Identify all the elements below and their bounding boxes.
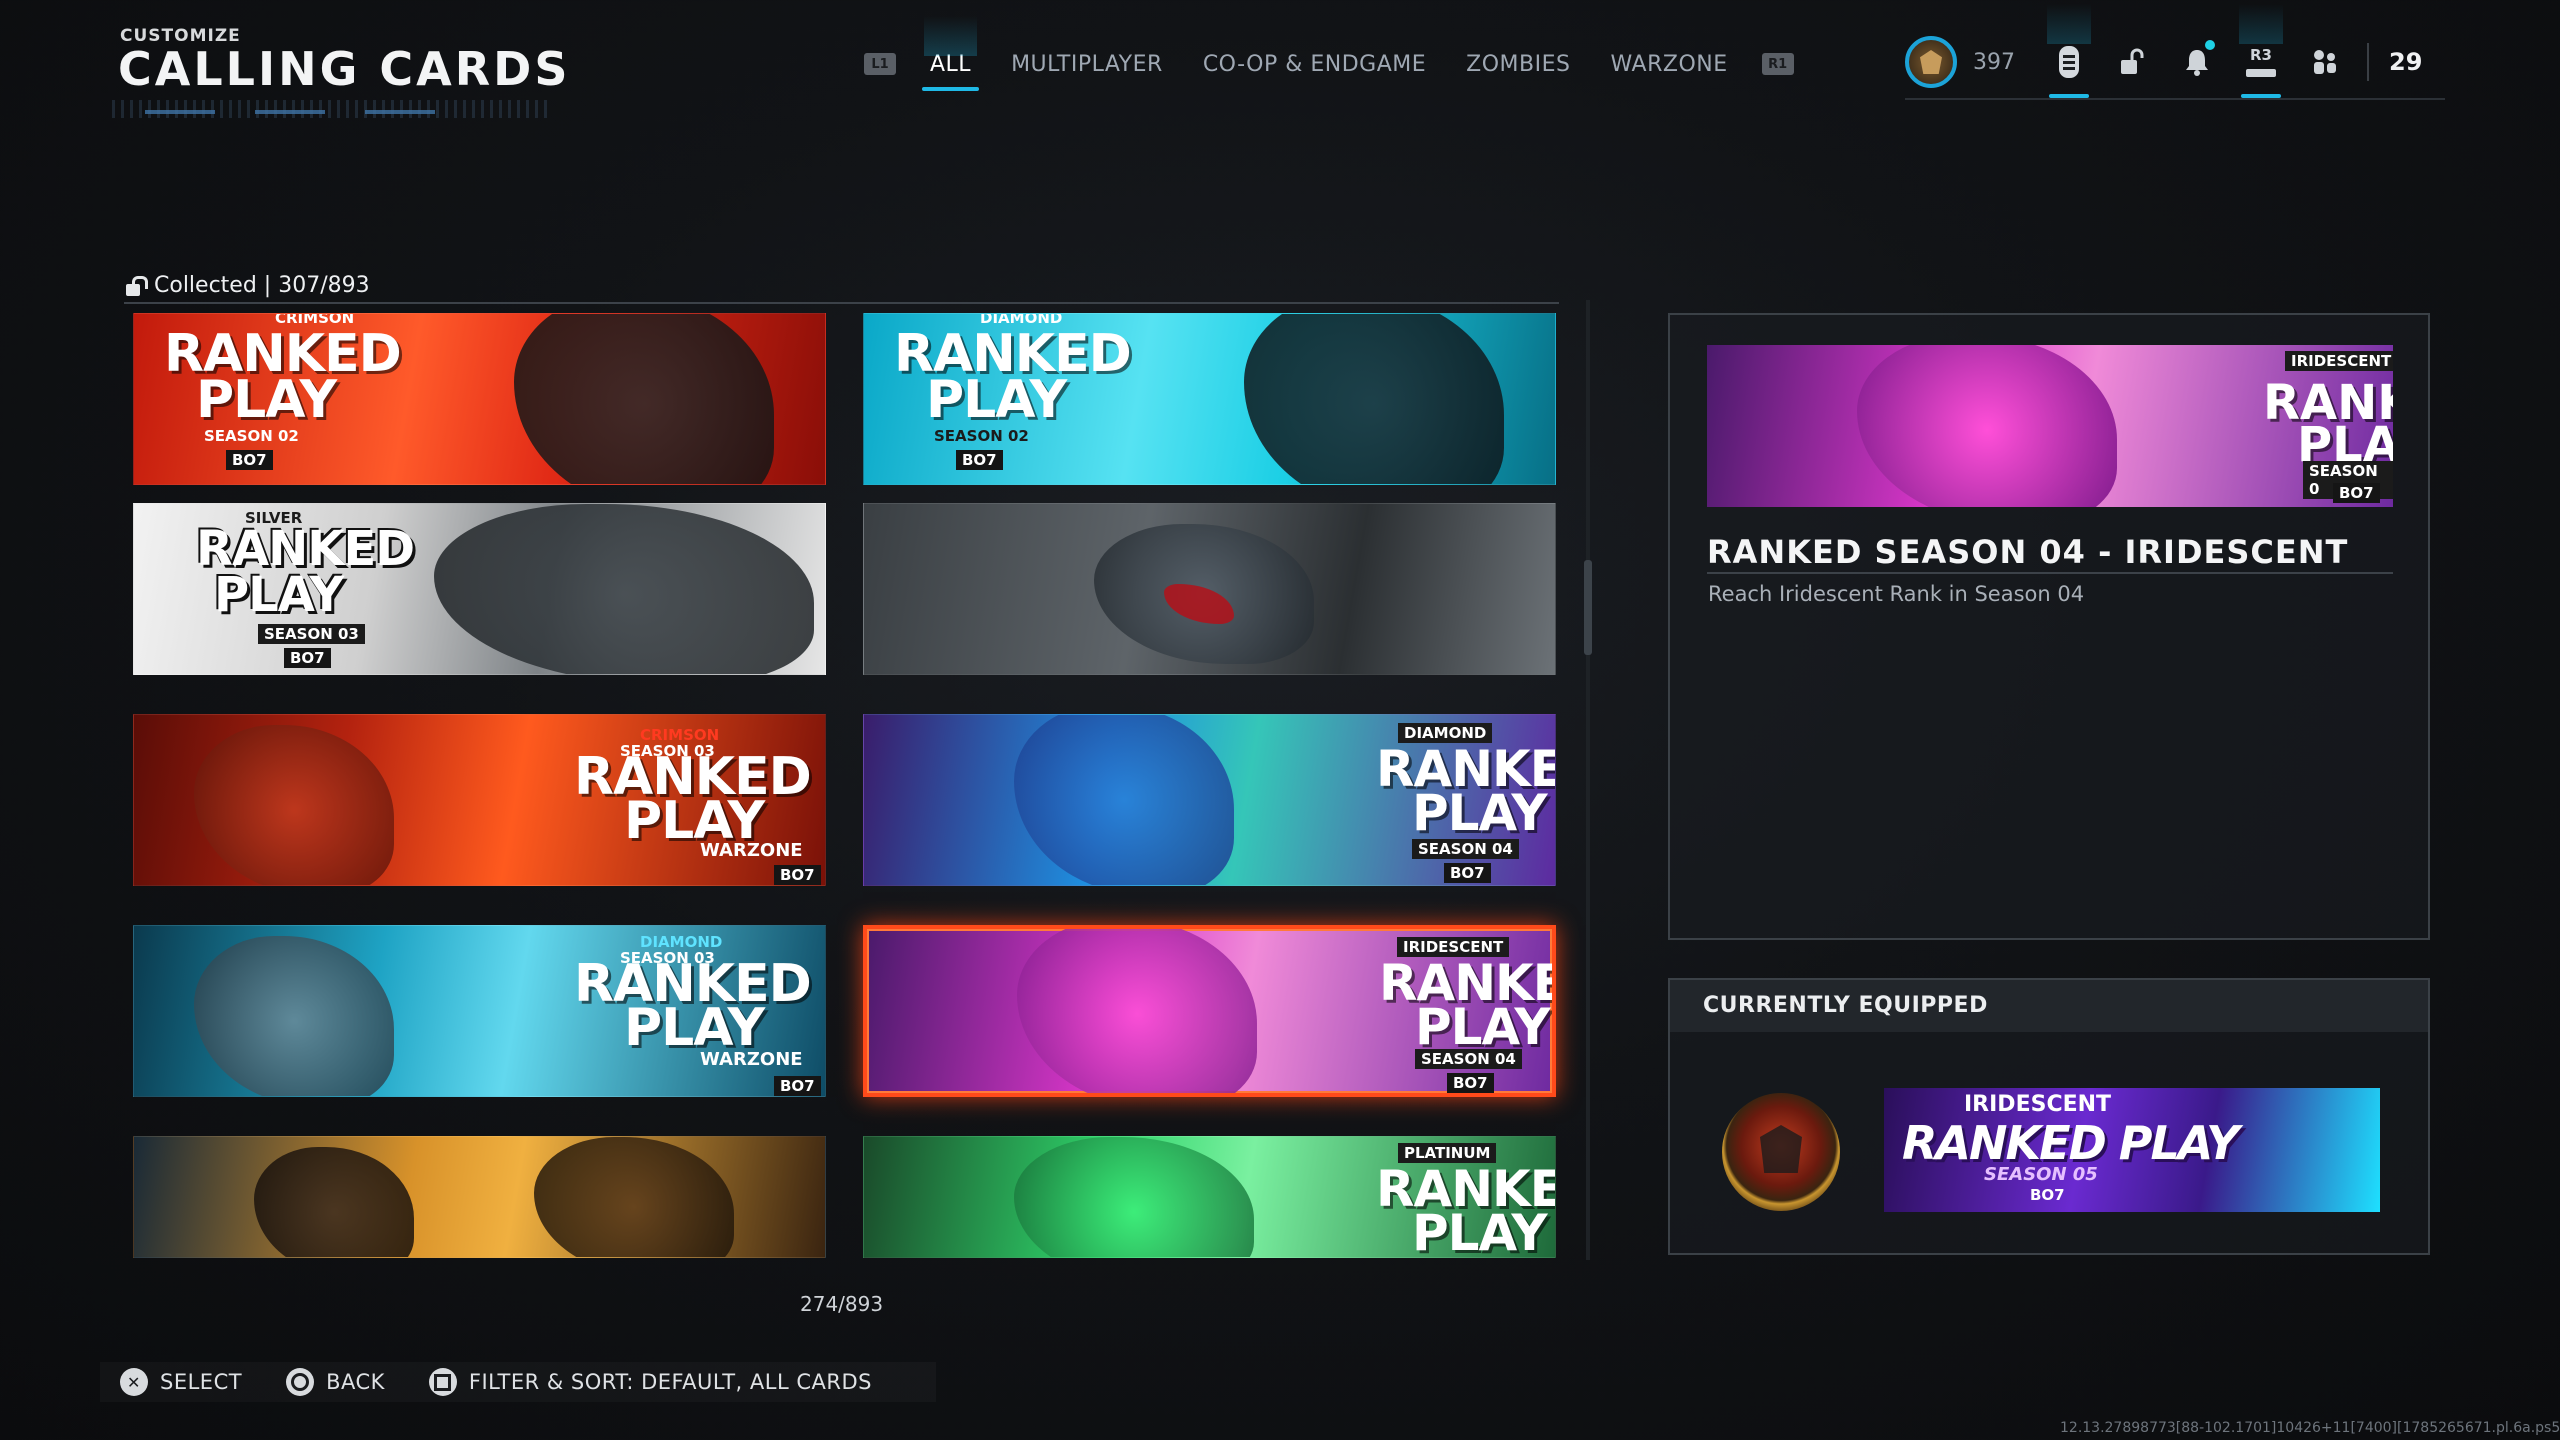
- rank-number: 397: [1973, 49, 2015, 75]
- calling-card-shattered-portrait[interactable]: [863, 503, 1556, 675]
- header-decoration-bars: [145, 110, 445, 114]
- square-button-icon: [428, 1368, 457, 1396]
- equipped-calling-card: IRIDESCENT RANKED PLAY SEASON 05 BO7: [1884, 1088, 2380, 1212]
- r1-button-icon[interactable]: R1: [1761, 53, 1794, 75]
- page-title: CALLING CARDS: [118, 42, 571, 96]
- detail-card-preview: IRIDESCENT RANKI PLAY SEASON 0 BO7: [1707, 345, 2393, 507]
- filter-sort-prompt[interactable]: FILTER & SORT: DEFAULT, ALL CARDS: [428, 1368, 872, 1396]
- calling-card-diamond-s02[interactable]: DIAMOND RANKED PLAY SEASON 02 BO7: [863, 313, 1556, 485]
- unlock-icon[interactable]: [2101, 34, 2165, 90]
- collected-divider: [124, 302, 1559, 304]
- r3-menu-button[interactable]: R3: [2229, 4, 2293, 98]
- status-underline: [1905, 98, 2445, 100]
- detail-description: Reach Iridescent Rank in Season 04: [1708, 582, 2085, 606]
- rank-badge-icon[interactable]: [1905, 36, 1957, 88]
- calling-card-action-scene[interactable]: [133, 1136, 826, 1258]
- l1-button-icon[interactable]: L1: [864, 53, 896, 75]
- calling-card-iridescent-s04-selected[interactable]: IRIDESCENT RANKED PLAY SEASON 04 BO7: [863, 925, 1556, 1097]
- detail-divider: [1707, 572, 2393, 574]
- loadout-icon[interactable]: [2037, 4, 2101, 98]
- calling-card-crimson-s03-warzone[interactable]: CRIMSON SEASON 03 RANKED PLAY WARZONE BO…: [133, 714, 826, 886]
- currency-count: 29: [2389, 48, 2423, 76]
- tab-all[interactable]: ALL: [921, 15, 980, 91]
- tab-multiplayer[interactable]: MULTIPLAYER: [1011, 52, 1163, 77]
- calling-card-silver-s03[interactable]: SILVER RANKED PLAY SEASON 03 BO7: [133, 503, 826, 675]
- cross-button-icon: ✕: [120, 1368, 148, 1396]
- collected-text: Collected | 307/893: [154, 273, 370, 298]
- build-version-string: 12.13.27898773[88-102.1701]10426+11[7400…: [2060, 1420, 2560, 1436]
- collected-counter: Collected | 307/893: [124, 273, 370, 298]
- social-icon[interactable]: [2293, 34, 2357, 90]
- page-counter: 274/893: [800, 1292, 884, 1316]
- grid-scrollbar-thumb[interactable]: [1584, 560, 1592, 655]
- notification-dot: [2205, 40, 2215, 50]
- tab-warzone[interactable]: WARZONE: [1610, 52, 1727, 77]
- button-prompts: ✕ SELECT BACK FILTER & SORT: DEFAULT, AL…: [100, 1362, 936, 1402]
- tab-coop-endgame[interactable]: CO-OP & ENDGAME: [1203, 52, 1426, 77]
- back-prompt[interactable]: BACK: [286, 1368, 385, 1396]
- calling-card-diamond-s04[interactable]: DIAMOND RANKED PLAY SEASON 04 BO7: [863, 714, 1556, 886]
- header-decoration: [112, 100, 552, 118]
- calling-card-diamond-s03-warzone[interactable]: DIAMOND SEASON 03 RANKED PLAY WARZONE BO…: [133, 925, 826, 1097]
- unlock-icon: [124, 275, 148, 296]
- detail-title: RANKED SEASON 04 - IRIDESCENT: [1707, 533, 2349, 571]
- grid-scrollbar-track[interactable]: [1586, 300, 1590, 1260]
- equipped-title: CURRENTLY EQUIPPED: [1703, 993, 1988, 1018]
- calling-card-platinum[interactable]: PLATINUM RANKED PLAY: [863, 1136, 1556, 1258]
- select-prompt[interactable]: ✕ SELECT: [120, 1368, 242, 1396]
- notifications-icon[interactable]: [2165, 34, 2229, 90]
- status-divider: [2367, 43, 2369, 81]
- category-tabs: L1 ALL MULTIPLAYER CO-OP & ENDGAME ZOMBI…: [850, 15, 1808, 91]
- circle-button-icon: [286, 1368, 315, 1396]
- calling-card-crimson-s02[interactable]: CRIMSON RANKED PLAY SEASON 02 BO7: [133, 313, 826, 485]
- player-status-bar: 397 R3 29: [1905, 4, 2423, 98]
- tab-zombies[interactable]: ZOMBIES: [1466, 52, 1570, 77]
